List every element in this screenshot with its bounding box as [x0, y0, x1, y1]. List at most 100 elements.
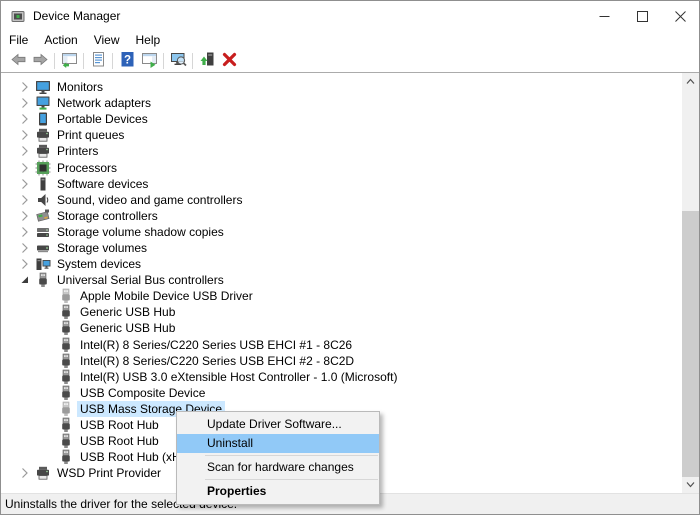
tree-item-label: Processors: [54, 160, 120, 176]
tree-item[interactable]: Generic USB Hub: [1, 320, 682, 336]
tree-item-label: WSD Print Provider: [54, 465, 164, 481]
tree-item[interactable]: Storage volumes: [1, 240, 682, 256]
tree-item[interactable]: Storage controllers: [1, 208, 682, 224]
tree-item-label: Software devices: [54, 176, 151, 192]
help-icon: ?: [119, 51, 136, 71]
tree-item[interactable]: Storage volume shadow copies: [1, 224, 682, 240]
toolbar: ?: [1, 49, 699, 72]
console-tree-icon: [61, 51, 78, 71]
tree-item-label: Apple Mobile Device USB Driver: [77, 288, 256, 304]
chevron-right-icon[interactable]: [17, 224, 33, 240]
menu-item-uninstall[interactable]: Uninstall: [177, 434, 379, 453]
menu-file[interactable]: File: [1, 31, 36, 49]
chevron-right-icon[interactable]: [17, 465, 33, 481]
chevron-right-icon[interactable]: [17, 256, 33, 272]
toolbar-show-action-pane-button[interactable]: [138, 50, 160, 71]
minimize-button[interactable]: [585, 1, 623, 31]
menu-item-update-driver-software[interactable]: Update Driver Software...: [177, 415, 379, 434]
chevron-right-icon[interactable]: [17, 111, 33, 127]
toolbar-uninstall-button[interactable]: [218, 50, 240, 71]
toolbar-back-button[interactable]: [7, 50, 29, 71]
toolbar-scan-for-hardware-changes-button[interactable]: [167, 50, 189, 71]
chevron-right-icon[interactable]: [17, 127, 33, 143]
tree-item-label: Intel(R) 8 Series/C220 Series USB EHCI #…: [77, 337, 355, 353]
tree-item-label: Storage controllers: [54, 208, 161, 224]
toolbar-separator: [163, 53, 164, 69]
usb-icon: [58, 417, 74, 433]
menu-help[interactable]: Help: [128, 31, 169, 49]
menu-item-scan-for-hardware-changes[interactable]: Scan for hardware changes: [177, 458, 379, 477]
tree-item[interactable]: Universal Serial Bus controllers: [1, 272, 682, 288]
chevron-right-icon[interactable]: [17, 79, 33, 95]
speaker-icon: [35, 192, 51, 208]
tree-item-label: Print queues: [54, 127, 127, 143]
minimize-icon: [599, 11, 610, 22]
window-title: Device Manager: [33, 9, 120, 23]
scroll-down-button[interactable]: [682, 476, 699, 493]
tree-item-label: Storage volumes: [54, 240, 150, 256]
action-pane-icon: [141, 51, 158, 71]
usb-icon: [58, 288, 74, 304]
tree-item[interactable]: Print queues: [1, 127, 682, 143]
usb-icon: [35, 272, 51, 288]
chevron-right-icon[interactable]: [17, 160, 33, 176]
vertical-scrollbar[interactable]: [682, 73, 699, 493]
tree-item-label: System devices: [54, 256, 144, 272]
usb-icon: [58, 320, 74, 336]
toolbar-update-driver-software-button[interactable]: [196, 50, 218, 71]
chevron-down-icon[interactable]: [17, 272, 33, 288]
tree-item[interactable]: USB Composite Device: [1, 385, 682, 401]
tree-item[interactable]: Apple Mobile Device USB Driver: [1, 288, 682, 304]
tree-item[interactable]: Sound, video and game controllers: [1, 192, 682, 208]
toolbar-help-button[interactable]: ?: [116, 50, 138, 71]
chevron-right-icon[interactable]: [17, 143, 33, 159]
tree-item[interactable]: Generic USB Hub: [1, 304, 682, 320]
chevron-right-icon[interactable]: [17, 192, 33, 208]
menu-view[interactable]: View: [86, 31, 128, 49]
toolbar-separator: [54, 53, 55, 69]
system-device-icon: [35, 256, 51, 272]
toolbar-forward-button[interactable]: [29, 50, 51, 71]
chevron-right-icon[interactable]: [17, 240, 33, 256]
maximize-icon: [637, 11, 648, 22]
usb-icon: [58, 401, 74, 417]
tree-item[interactable]: Intel(R) 8 Series/C220 Series USB EHCI #…: [1, 337, 682, 353]
usb-icon: [58, 449, 74, 465]
chevron-right-icon[interactable]: [17, 208, 33, 224]
tree-item[interactable]: Intel(R) 8 Series/C220 Series USB EHCI #…: [1, 353, 682, 369]
scroll-up-button[interactable]: [682, 73, 699, 90]
tree-item-label: Sound, video and game controllers: [54, 192, 245, 208]
usb-icon: [58, 337, 74, 353]
back-arrow-icon: [10, 51, 27, 71]
tree-item-label: Generic USB Hub: [77, 304, 178, 320]
chevron-right-icon[interactable]: [17, 176, 33, 192]
toolbar-separator: [112, 53, 113, 69]
tree-item[interactable]: Processors: [1, 159, 682, 175]
tree-item-label: Printers: [54, 143, 101, 159]
tree-item[interactable]: Printers: [1, 143, 682, 159]
storage-shadow-icon: [35, 224, 51, 240]
tree-item[interactable]: System devices: [1, 256, 682, 272]
tree-item-label: Storage volume shadow copies: [54, 224, 227, 240]
usb-icon: [58, 353, 74, 369]
chevron-right-icon[interactable]: [17, 95, 33, 111]
menu-item-properties[interactable]: Properties: [177, 482, 379, 501]
svg-text:?: ?: [123, 54, 130, 66]
tree-item[interactable]: Network adapters: [1, 95, 682, 111]
tree-item[interactable]: Monitors: [1, 79, 682, 95]
tree-item[interactable]: Portable Devices: [1, 111, 682, 127]
context-menu-separator: [205, 455, 378, 456]
toolbar-show-console-tree-button[interactable]: [58, 50, 80, 71]
menu-action[interactable]: Action: [36, 31, 85, 49]
maximize-button[interactable]: [623, 1, 661, 31]
tree-item-label: Intel(R) 8 Series/C220 Series USB EHCI #…: [77, 353, 357, 369]
tree-item-label: Monitors: [54, 79, 106, 95]
update-driver-icon: [199, 51, 216, 71]
portable-device-icon: [35, 111, 51, 127]
tree-item[interactable]: Software devices: [1, 176, 682, 192]
scrollbar-thumb[interactable]: [682, 211, 699, 477]
tree-item[interactable]: Intel(R) USB 3.0 eXtensible Host Control…: [1, 369, 682, 385]
close-button[interactable]: [661, 1, 699, 31]
toolbar-properties-list-button[interactable]: [87, 50, 109, 71]
printer-icon: [35, 143, 51, 159]
